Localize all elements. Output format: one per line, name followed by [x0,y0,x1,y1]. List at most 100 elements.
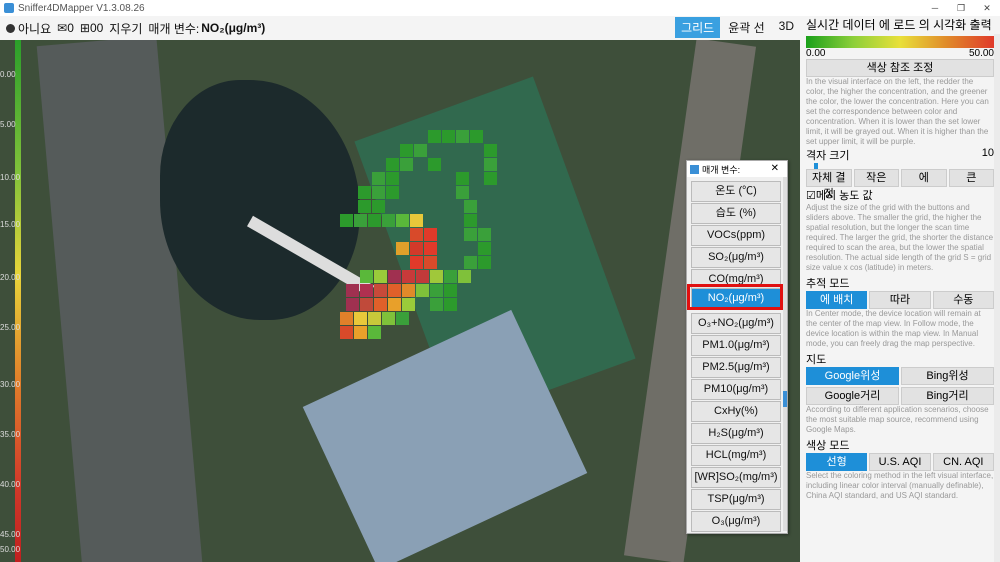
grid-large-button[interactable]: 큰 [948,169,994,187]
title-bar: Sniffer4DMapper V1.3.08.26 ─ ❐ ✕ [0,0,1000,17]
clear-button[interactable]: 지우기 [109,20,142,37]
grid-cell [456,186,469,199]
grid-cell [484,158,497,171]
grid-cell [374,284,387,297]
slider-knob[interactable] [814,163,818,169]
popup-scrollbar[interactable] [783,177,787,531]
cn-aqi-button[interactable]: CN. AQI [932,453,994,471]
toggle-no[interactable]: 아니요 [6,20,51,37]
grid-cell [354,214,367,227]
scale-tick: 10.00 [0,173,21,182]
option-h2s[interactable]: H₂S(μg/m³) [691,423,781,444]
parameter-value[interactable]: NO₂(μg/m³) [201,21,265,35]
contour-view-button[interactable]: 윤곽 선 [722,17,770,38]
grid-cell [464,256,477,269]
scale-tick: 5.00 [0,120,16,129]
grid-cell [358,200,371,213]
grid-cell [358,186,371,199]
grid-auto-button[interactable]: 자체 결정 [806,169,852,200]
grid-cell [464,214,477,227]
grid-small-button[interactable]: 작은 [853,169,899,187]
option-vocs[interactable]: VOCs(ppm) [691,225,781,246]
popup-close-icon[interactable]: ✕ [771,163,779,174]
grid-cell [410,228,423,241]
mesh-value-checkbox[interactable]: ☑메시 농도 값 [800,187,1000,203]
panel-scrollbar[interactable] [994,34,1000,562]
grid-cell [388,270,401,283]
grid-cell [484,144,497,157]
grid-medium-button[interactable]: 에 [901,169,947,187]
grid-cell [414,144,427,157]
grid-cell [410,242,423,255]
grid-cell [340,326,353,339]
grid-cell [470,130,483,143]
option-pm10[interactable]: PM10(μg/m³) [691,379,781,400]
track-manual-button[interactable]: 수동 [932,291,994,309]
grid-cell [442,130,455,143]
track-center-button[interactable]: 에 배치 [806,291,868,309]
grid-cell [346,298,359,311]
option-tsp[interactable]: TSP(μg/m³) [691,489,781,510]
option-wr-so2[interactable]: [WR]SO₂(mg/m³) [691,467,781,488]
color-scale: 0.00 5.00 10.00 15.00 20.00 25.00 30.00 … [0,40,22,562]
settings-panel: 실시간 데이터 에 로드 의 시각화 출력 0.00 50.00 색상 참조 조… [800,16,1000,562]
message-icon: ✉ [57,21,68,35]
grid-cell [444,284,457,297]
3d-view-button[interactable]: 3D [773,17,800,38]
color-reference-button[interactable]: 색상 참조 조정 [806,59,994,77]
grid-cell [400,144,413,157]
grid-cell [464,228,477,241]
track-description: In Center mode, the device location will… [806,309,981,348]
option-humidity[interactable]: 습도 (%) [691,203,781,224]
grid-cell [458,270,471,283]
option-temperature[interactable]: 온도 (℃) [691,181,781,202]
color-mode-label: 색상 모드 [806,440,850,452]
linear-mode-button[interactable]: 선형 [806,453,868,471]
option-o3-no2[interactable]: O₃+NO₂(μg/m³) [691,313,781,334]
grid-cell [478,256,491,269]
app-icon [4,3,14,13]
option-pm1[interactable]: PM1.0(μg/m³) [691,335,781,356]
option-hcl[interactable]: HCL(mg/m³) [691,445,781,466]
grid-cell [372,186,385,199]
restore-button[interactable]: ❐ [948,0,974,16]
grid-cell [396,242,409,255]
bing-street-button[interactable]: Bing거리 [901,387,994,405]
option-pm25[interactable]: PM2.5(μg/m³) [691,357,781,378]
us-aqi-button[interactable]: U.S. AQI [869,453,931,471]
panel-title: 실시간 데이터 에 로드 의 시각화 출력 [806,18,992,32]
grid-cell [374,298,387,311]
satellite-map[interactable] [0,40,800,562]
close-button[interactable]: ✕ [974,0,1000,16]
track-follow-button[interactable]: 따라 [869,291,931,309]
grid-cell [402,298,415,311]
option-o3[interactable]: O₃(μg/m³) [691,511,781,532]
grid-size-slider[interactable] [806,163,994,169]
grid-view-button[interactable]: 그리드 [675,17,721,38]
grid-cell [386,172,399,185]
grid-cell [424,228,437,241]
option-so2[interactable]: SO₂(μg/m³) [691,247,781,268]
minimize-button[interactable]: ─ [922,0,948,16]
google-street-button[interactable]: Google거리 [806,387,899,405]
grid-cell [430,298,443,311]
grid-cell [368,214,381,227]
grid-cell [456,130,469,143]
google-satellite-button[interactable]: Google위성 [806,367,899,385]
grid-size-label: 격자 크기 [806,150,850,162]
scale-tick: 40.00 [0,480,21,489]
option-cxhy[interactable]: CxHy(%) [691,401,781,422]
scale-tick: 45.00 [0,530,21,539]
grid-cell [386,158,399,171]
scale-tick: 15.00 [0,220,21,229]
grid-cell [410,214,423,227]
grid-cell [464,200,477,213]
bing-satellite-button[interactable]: Bing위성 [901,367,994,385]
scroll-thumb[interactable] [783,391,787,407]
grid-cell [410,256,423,269]
grid-cell [456,172,469,185]
grid-cell [340,214,353,227]
grid-size-value: 10 [981,147,994,159]
grid-cell [388,284,401,297]
grid-cell [396,312,409,325]
